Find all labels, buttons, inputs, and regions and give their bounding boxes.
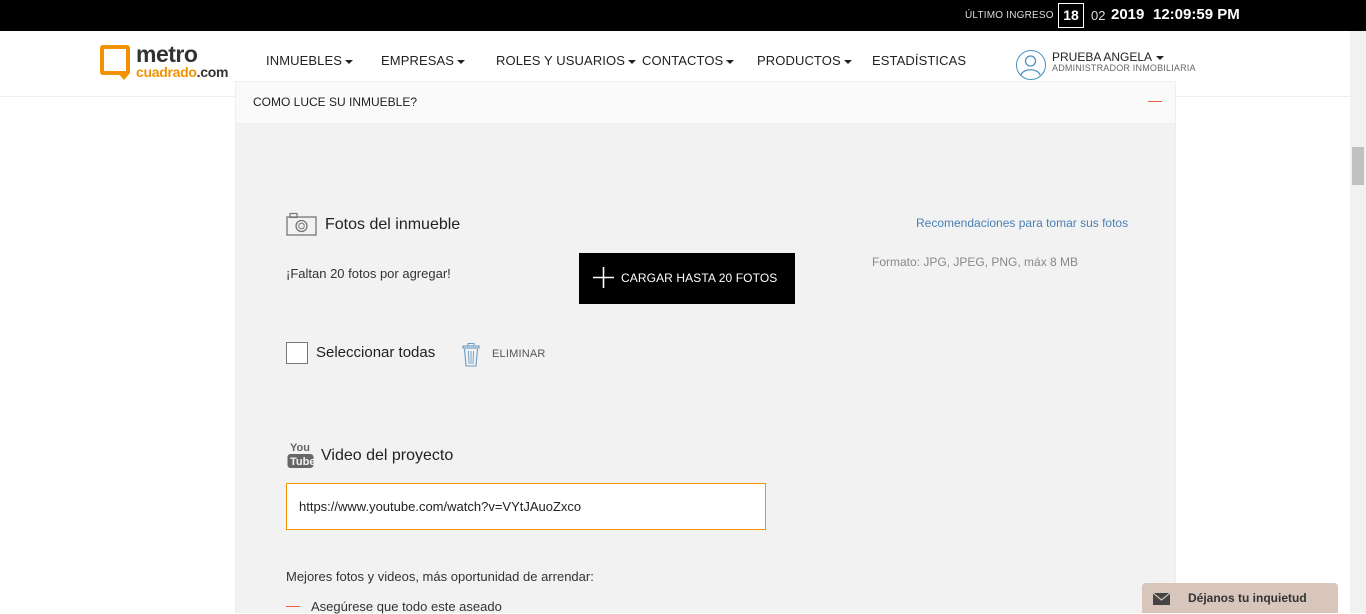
- top-status-bar: ÚLTIMO INGRESO 18 02 2019 12:09:59 PM: [0, 0, 1366, 31]
- last-login-day: 18: [1058, 3, 1084, 28]
- section-header[interactable]: COMO LUCE SU INMUEBLE?: [235, 81, 1176, 124]
- chevron-down-icon: [726, 59, 735, 64]
- select-all-label[interactable]: Seleccionar todas: [316, 344, 435, 361]
- mail-icon: [1152, 592, 1171, 610]
- chevron-down-icon: [1156, 55, 1165, 60]
- feedback-label: Déjanos tu inquietud: [1188, 591, 1307, 605]
- logo-word-cuadrado: cuadrado.com: [136, 64, 229, 80]
- youtube-icon: You Tube: [287, 439, 315, 474]
- chevron-down-icon: [628, 59, 636, 64]
- last-login-label: ÚLTIMO INGRESO: [965, 10, 1054, 21]
- last-login-time: 12:09:59 PM: [1153, 6, 1240, 23]
- last-login-year: 2019: [1111, 6, 1145, 23]
- collapse-icon[interactable]: [1148, 101, 1162, 102]
- video-url-input[interactable]: [286, 483, 766, 530]
- trash-icon[interactable]: [462, 343, 480, 372]
- photos-missing-text: ¡Faltan 20 fotos por agregar!: [286, 266, 451, 281]
- photos-title: Fotos del inmueble: [325, 216, 461, 233]
- upload-photos-button[interactable]: CARGAR HASTA 20 FOTOS: [579, 253, 795, 304]
- user-avatar-icon[interactable]: [1016, 50, 1046, 80]
- user-role: ADMINISTRADOR INMOBILIARIA: [1052, 63, 1196, 73]
- nav-inmuebles[interactable]: INMUEBLES: [266, 53, 354, 68]
- chevron-down-icon: [345, 59, 354, 64]
- delete-button[interactable]: ELIMINAR: [492, 348, 546, 360]
- format-info: Formato: JPG, JPEG, PNG, máx 8 MB: [872, 255, 1079, 269]
- tip-item: Asegúrese que todo este aseado: [311, 599, 502, 614]
- tips-title: Mejores fotos y videos, más oportunidad …: [286, 569, 594, 584]
- nav-roles-usuarios[interactable]: ROLES Y USUARIOS: [496, 53, 636, 68]
- nav-contactos[interactable]: CONTACTOS: [642, 53, 735, 68]
- chevron-down-icon: [843, 59, 852, 64]
- scrollbar-thumb[interactable]: [1352, 147, 1364, 185]
- svg-text:You: You: [290, 442, 310, 454]
- video-title: Video del proyecto: [321, 447, 454, 464]
- nav-estadisticas[interactable]: ESTADÍSTICAS: [872, 53, 966, 68]
- nav-empresas[interactable]: EMPRESAS: [381, 53, 466, 68]
- chevron-down-icon: [457, 59, 466, 64]
- metrocuadrado-logo[interactable]: metro cuadrado.com: [100, 41, 240, 83]
- section-title: COMO LUCE SU INMUEBLE?: [253, 95, 418, 109]
- last-login-month: 02: [1091, 8, 1106, 23]
- photo-recommendations-link[interactable]: Recomendaciones para tomar sus fotos: [916, 216, 1128, 230]
- select-all-checkbox[interactable]: [286, 342, 308, 364]
- nav-productos[interactable]: PRODUCTOS: [757, 53, 852, 68]
- camera-icon: [286, 212, 317, 241]
- section-body: [235, 124, 1176, 613]
- logo-mark-icon: [100, 45, 130, 80]
- svg-text:Tube: Tube: [290, 456, 314, 468]
- page-scrollbar[interactable]: [1350, 31, 1366, 613]
- upload-photos-label: CARGAR HASTA 20 FOTOS: [621, 271, 778, 285]
- user-menu[interactable]: PRUEBA ANGELA: [1052, 50, 1165, 64]
- plus-icon: [593, 267, 614, 291]
- feedback-button[interactable]: Déjanos tu inquietud: [1142, 583, 1338, 613]
- tip-bullet: [286, 606, 300, 607]
